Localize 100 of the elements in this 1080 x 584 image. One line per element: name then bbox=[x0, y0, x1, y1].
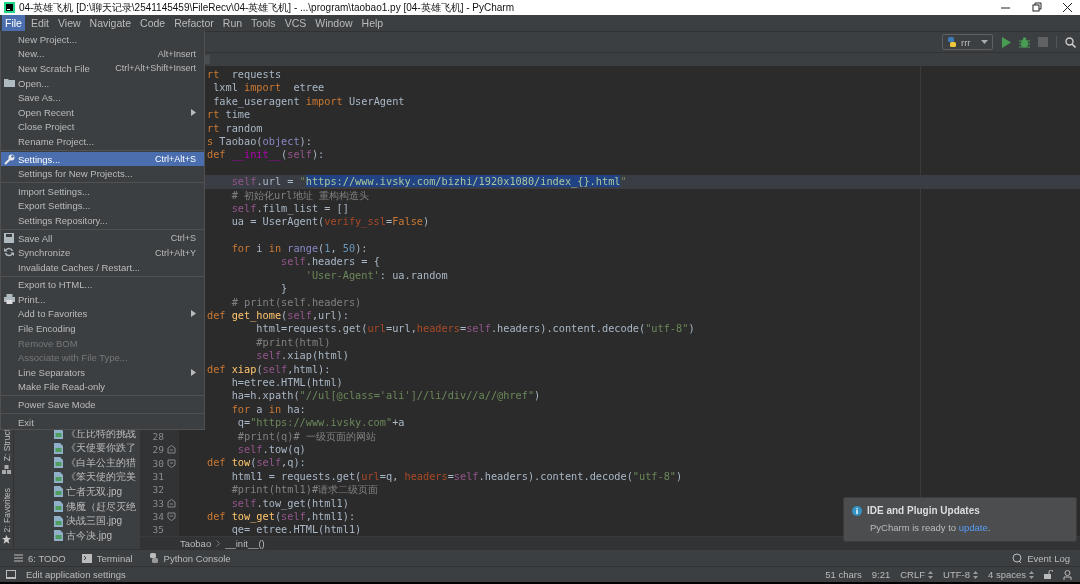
tool-window-button[interactable]: Event Log bbox=[1012, 552, 1070, 564]
run-config-dropdown[interactable]: rrr bbox=[942, 34, 993, 50]
update-link[interactable]: update bbox=[958, 522, 988, 533]
menu-item[interactable]: Export Settings... bbox=[1, 198, 204, 214]
menu-item[interactable]: New Scratch File Ctrl+Alt+Shift+Insert bbox=[1, 61, 204, 76]
search-icon[interactable] bbox=[1065, 36, 1076, 48]
breadcrumb-item[interactable]: __init__() bbox=[225, 537, 265, 549]
menu-item[interactable]: Export to HTML... bbox=[1, 277, 204, 293]
tool-window-button[interactable]: Python Console bbox=[148, 552, 231, 564]
code-line: self.url = "https://www.ivsky.com/bizhi/1920x1080/index_{}.html" bbox=[230, 175, 627, 189]
code-line: # print(self.headers) bbox=[230, 295, 362, 310]
menu[interactable]: Code bbox=[137, 15, 169, 31]
window-icon bbox=[6, 570, 16, 579]
menu[interactable]: Edit bbox=[27, 15, 52, 31]
restore-icon[interactable] bbox=[1030, 2, 1043, 13]
menu-item[interactable]: Settings for New Projects... bbox=[1, 166, 204, 181]
code-line: h=etree.HTML(html) bbox=[230, 376, 343, 390]
code-line: def get_home(self,url): bbox=[207, 309, 349, 323]
code-line: } bbox=[280, 282, 288, 296]
code-line: rt random bbox=[207, 121, 263, 135]
menu[interactable]: Navigate bbox=[86, 15, 135, 31]
line-number: 31 bbox=[151, 470, 164, 482]
status-item[interactable]: UTF-8 bbox=[943, 569, 978, 580]
python-icon bbox=[148, 553, 159, 563]
star-icon bbox=[2, 535, 11, 544]
line-number: 28 bbox=[151, 430, 164, 442]
notification-text: PyCharm is ready to update. bbox=[870, 522, 992, 533]
tree-item[interactable]: 亡者无双.jpg bbox=[14, 484, 140, 500]
menu-item[interactable]: Make File Read-only bbox=[1, 379, 204, 395]
menu-item[interactable]: Import Settings... bbox=[1, 183, 204, 199]
line-number: 35 bbox=[151, 524, 164, 536]
menu-item[interactable]: Settings... Ctrl+Alt+S bbox=[1, 151, 204, 167]
line-number: 34 bbox=[151, 511, 164, 523]
menu-item[interactable]: Line Separators bbox=[1, 365, 204, 380]
menu-item[interactable]: Exit bbox=[1, 414, 204, 430]
menu-item[interactable]: Synchronize Ctrl+Alt+Y bbox=[1, 245, 204, 260]
menu-item[interactable]: File Encoding bbox=[1, 321, 204, 336]
code-line: html=requests.get(url=url,headers=self.headers).content.decode("utf-8") bbox=[255, 322, 695, 336]
image-file-icon bbox=[54, 515, 63, 527]
menu-item[interactable]: Rename Project... bbox=[1, 134, 204, 149]
fold-marker-icon[interactable] bbox=[167, 498, 176, 508]
wrench-icon bbox=[4, 153, 15, 165]
event-log-icon bbox=[1012, 553, 1023, 563]
status-item[interactable]: CRLF bbox=[900, 569, 934, 580]
chevron-icon bbox=[216, 539, 221, 547]
tree-item[interactable]: 《白羊公主的猎 bbox=[14, 455, 140, 471]
menu[interactable]: VCS bbox=[281, 15, 310, 31]
code-line: qe= etree.HTML(html1) bbox=[230, 523, 362, 537]
status-item[interactable]: 4 spaces bbox=[987, 569, 1034, 580]
menu-item[interactable]: Close Project bbox=[1, 119, 204, 135]
menu-item[interactable]: Power Save Mode bbox=[1, 397, 204, 412]
code-line: def tow_get(self,html1): bbox=[207, 509, 356, 524]
line-number: 30 bbox=[151, 457, 164, 469]
menu[interactable]: View bbox=[55, 15, 84, 31]
menu-item[interactable]: Add to Favorites bbox=[1, 306, 204, 322]
tool-window-tab[interactable]: 2: Favorites bbox=[1, 487, 12, 532]
tool-window-button[interactable]: Terminal bbox=[81, 552, 133, 564]
menu[interactable]: File bbox=[2, 15, 25, 31]
menu-item[interactable]: Invalidate Caches / Restart... bbox=[1, 259, 204, 275]
tree-item[interactable]: 佛魔（赶尽灭绝 bbox=[14, 499, 140, 514]
tool-window-tab[interactable]: Z: Struct bbox=[1, 429, 12, 462]
fold-marker-icon[interactable] bbox=[167, 445, 176, 455]
menu[interactable]: Window bbox=[312, 15, 356, 31]
sync-icon bbox=[4, 247, 14, 258]
code-line: html1 = requests.get(url=q, headers=self.headers).content.decode("utf-8") bbox=[230, 469, 683, 484]
menu-item[interactable]: Save As... bbox=[1, 90, 204, 105]
code-line: fake_useragent import UserAgent bbox=[212, 94, 405, 109]
menu[interactable]: Help bbox=[358, 15, 387, 31]
menu-item[interactable]: Settings Repository... bbox=[1, 213, 204, 228]
code-line: for i in range(1, 50): bbox=[230, 242, 368, 256]
menu[interactable]: Refactor bbox=[171, 15, 217, 31]
window-title: 04-英雄飞机 [D:\聊天记录\2541145459\FileRecv\04-英雄飞机] - ...\program\taobao1.py [04-英雄飞机] - PyCharm bbox=[19, 0, 515, 15]
bug-icon[interactable] bbox=[1019, 36, 1030, 48]
breadcrumb-item[interactable]: Taobao bbox=[180, 537, 212, 549]
image-file-icon bbox=[54, 486, 63, 498]
tree-item[interactable]: 古今决.jpg bbox=[14, 528, 140, 543]
fold-marker-icon[interactable] bbox=[167, 458, 176, 468]
code-line: def __init__(self): bbox=[207, 148, 325, 162]
tree-item[interactable]: 决战三国.jpg bbox=[14, 513, 140, 529]
tool-window-button[interactable]: 6: TODO bbox=[14, 552, 66, 564]
code-line: s Taobao(object): bbox=[207, 134, 312, 149]
code-line: ha=h.xpath("//ul[@class='ali']//li/div//a//@href") bbox=[230, 389, 541, 403]
run-icon[interactable] bbox=[1001, 36, 1011, 48]
tree-item[interactable]: 《天使要你跌了 bbox=[14, 440, 140, 456]
tree-item[interactable]: 《笨天使的完美 bbox=[14, 470, 140, 485]
menu[interactable]: Tools bbox=[248, 15, 279, 31]
inspector-icon[interactable] bbox=[1063, 569, 1072, 580]
menu-item[interactable]: Open... bbox=[1, 75, 204, 91]
fold-marker-icon[interactable] bbox=[167, 512, 176, 522]
image-file-icon bbox=[54, 471, 63, 483]
menu-item[interactable]: Save All Ctrl+S bbox=[1, 230, 204, 246]
lock-icon[interactable] bbox=[1044, 570, 1053, 579]
menu[interactable]: Run bbox=[219, 15, 246, 31]
close-icon[interactable] bbox=[1061, 2, 1074, 13]
code-line: def tow(self,q): bbox=[207, 456, 306, 470]
menu-item[interactable]: New Project... bbox=[1, 32, 204, 47]
menu-item[interactable]: Print... bbox=[1, 292, 204, 307]
menu-item[interactable]: New... Alt+Insert bbox=[1, 46, 204, 62]
menu-item[interactable]: Open Recent bbox=[1, 104, 204, 120]
line-number: 32 bbox=[151, 484, 164, 496]
